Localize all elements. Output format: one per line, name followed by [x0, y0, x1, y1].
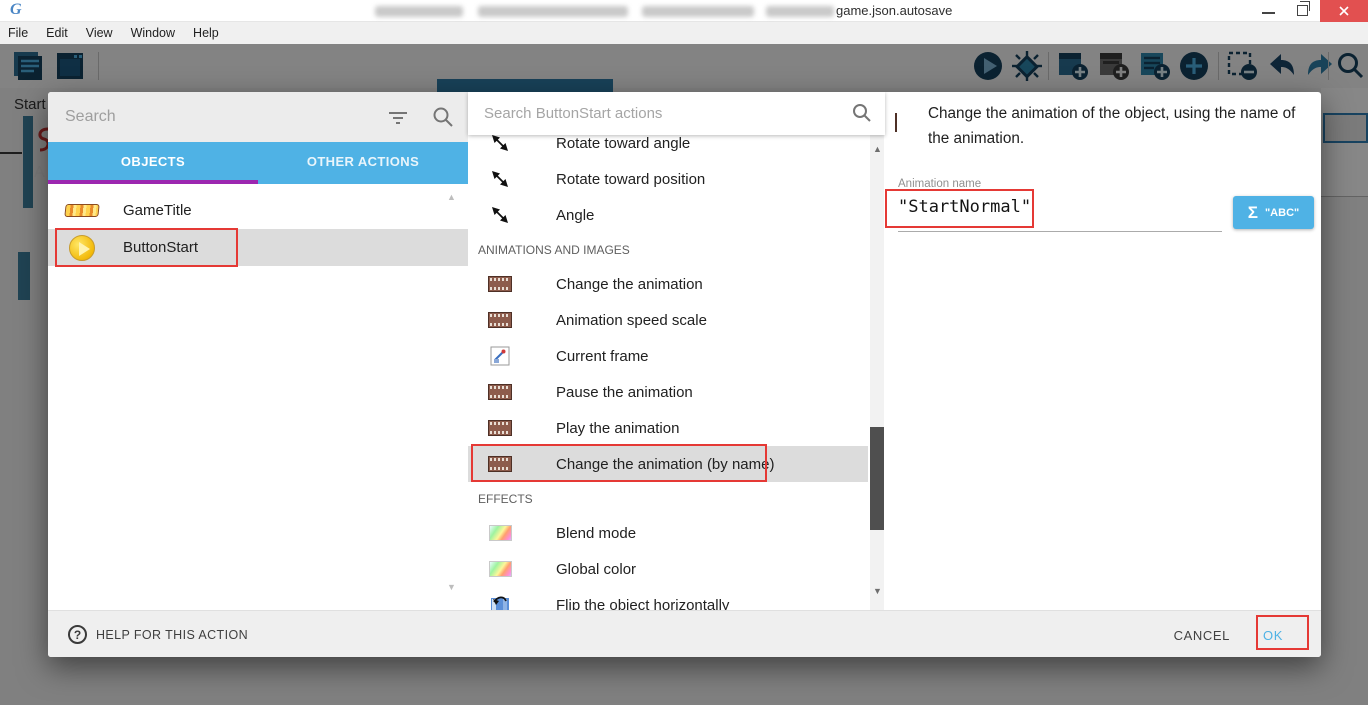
help-icon: ?: [68, 625, 87, 644]
section-header: EFFECTS: [478, 482, 858, 515]
action-label: Current frame: [556, 348, 649, 365]
objects-tabbar: OBJECTS OTHER ACTIONS: [48, 142, 468, 184]
scroll-down-icon[interactable]: ▼: [447, 582, 456, 592]
film-strip-icon: [487, 456, 513, 472]
action-row[interactable]: Pause the animation: [468, 374, 868, 410]
minimize-button[interactable]: [1262, 12, 1275, 14]
action-label: Pause the animation: [556, 384, 693, 401]
objects-panel: OBJECTS OTHER ACTIONS GameTitle ButtonSt…: [48, 92, 468, 657]
instruction-editor-dialog: OBJECTS OTHER ACTIONS GameTitle ButtonSt…: [48, 92, 1321, 657]
section-header: ANIMATIONS AND IMAGES: [478, 233, 858, 266]
scroll-up-icon[interactable]: ▲: [873, 144, 882, 154]
action-description: Change the animation of the object, usin…: [928, 102, 1310, 151]
buttonstart-thumbnail-icon: [62, 235, 102, 261]
help-for-action-button[interactable]: ? HELP FOR THIS ACTION: [68, 625, 248, 644]
tab-other-actions[interactable]: OTHER ACTIONS: [258, 142, 468, 180]
actions-search-bar: [468, 92, 885, 135]
film-strip-icon: [895, 114, 897, 132]
action-row[interactable]: Blend mode: [468, 515, 868, 551]
tab-objects[interactable]: OBJECTS: [48, 142, 258, 180]
action-row[interactable]: Flip the object horizontally: [468, 587, 868, 610]
action-row[interactable]: Animation speed scale: [468, 302, 868, 338]
action-row[interactable]: Rotate toward position: [468, 161, 868, 197]
gdevelop-logo-icon: G: [10, 1, 22, 19]
scroll-up-icon[interactable]: ▲: [447, 192, 456, 202]
film-strip-icon: [487, 312, 513, 328]
action-row[interactable]: Current frame: [468, 338, 868, 374]
gametitle-thumbnail-icon: [62, 204, 102, 217]
menu-file[interactable]: File: [0, 26, 37, 40]
scroll-down-icon[interactable]: ▼: [873, 586, 882, 596]
actions-list: Rotate toward angle Rotate toward positi…: [468, 92, 885, 610]
action-label: Rotate toward angle: [556, 135, 690, 152]
object-label: ButtonStart: [123, 239, 198, 256]
action-label: Rotate toward position: [556, 171, 705, 188]
rotate-arrow-icon: [487, 133, 513, 153]
menu-bar: File Edit View Window Help: [0, 22, 1368, 44]
action-row[interactable]: Global color: [468, 551, 868, 587]
help-label: HELP FOR THIS ACTION: [96, 628, 248, 642]
menu-help[interactable]: Help: [184, 26, 228, 40]
restore-button[interactable]: [1297, 5, 1308, 16]
expression-button-label: "ABC": [1265, 207, 1299, 219]
action-label: Global color: [556, 561, 636, 578]
color-gradient-icon: [487, 561, 513, 577]
action-row-change-animation-by-name[interactable]: Change the animation (by name): [468, 446, 868, 482]
field-underline: [898, 231, 1222, 232]
search-icon[interactable]: [851, 102, 873, 124]
action-label: Animation speed scale: [556, 312, 707, 329]
rotate-arrow-icon: [487, 169, 513, 189]
action-row[interactable]: Play the animation: [468, 410, 868, 446]
search-icon[interactable]: [431, 105, 455, 129]
action-label: Play the animation: [556, 420, 679, 437]
action-detail-panel: Change the animation of the object, usin…: [885, 92, 1321, 610]
dialog-footer: ? HELP FOR THIS ACTION CANCEL OK: [48, 610, 1321, 657]
current-frame-icon: [487, 346, 513, 366]
objects-list: GameTitle ButtonStart: [48, 184, 468, 610]
action-row[interactable]: Change the animation: [468, 266, 868, 302]
redacted-path-blur: [642, 6, 754, 17]
object-row-buttonstart[interactable]: ButtonStart: [48, 229, 468, 266]
object-label: GameTitle: [123, 202, 192, 219]
animation-name-value[interactable]: "StartNormal": [898, 197, 1031, 217]
expression-editor-button[interactable]: Σ "ABC": [1233, 196, 1314, 229]
redacted-path-blur: [766, 6, 834, 17]
flip-horizontal-icon: [487, 595, 513, 610]
action-label: Blend mode: [556, 525, 636, 542]
film-strip-icon: [487, 420, 513, 436]
rotate-arrow-icon: [487, 205, 513, 225]
actions-search-input[interactable]: [484, 92, 824, 135]
scrollbar-track[interactable]: [870, 135, 884, 610]
action-label: Change the animation: [556, 276, 703, 293]
color-gradient-icon: [487, 525, 513, 541]
film-strip-icon: [487, 384, 513, 400]
scrollbar-thumb[interactable]: [870, 427, 884, 530]
action-row[interactable]: Angle: [468, 197, 868, 233]
actions-panel: Rotate toward angle Rotate toward positi…: [468, 92, 885, 657]
title-bar: G game.json.autosave: [0, 0, 1368, 22]
objects-search-input[interactable]: [65, 92, 375, 142]
objects-search-bar: [48, 92, 468, 142]
window-title: game.json.autosave: [836, 3, 952, 18]
menu-window[interactable]: Window: [122, 26, 184, 40]
action-label: Angle: [556, 207, 594, 224]
cancel-button[interactable]: CANCEL: [1168, 624, 1236, 647]
close-button[interactable]: [1320, 0, 1368, 22]
menu-edit[interactable]: Edit: [37, 26, 77, 40]
animation-name-label: Animation name: [898, 178, 981, 190]
redacted-path-blur: [375, 6, 463, 17]
redacted-path-blur: [478, 6, 628, 17]
ok-button[interactable]: OK: [1253, 624, 1293, 647]
menu-view[interactable]: View: [77, 26, 122, 40]
action-label: Change the animation (by name): [556, 456, 774, 473]
filter-icon[interactable]: [386, 105, 410, 129]
film-strip-icon: [487, 276, 513, 292]
close-icon: [1339, 6, 1349, 16]
action-label: Flip the object horizontally: [556, 597, 729, 611]
sigma-icon: Σ: [1248, 203, 1258, 223]
object-row-gametitle[interactable]: GameTitle: [48, 192, 468, 229]
